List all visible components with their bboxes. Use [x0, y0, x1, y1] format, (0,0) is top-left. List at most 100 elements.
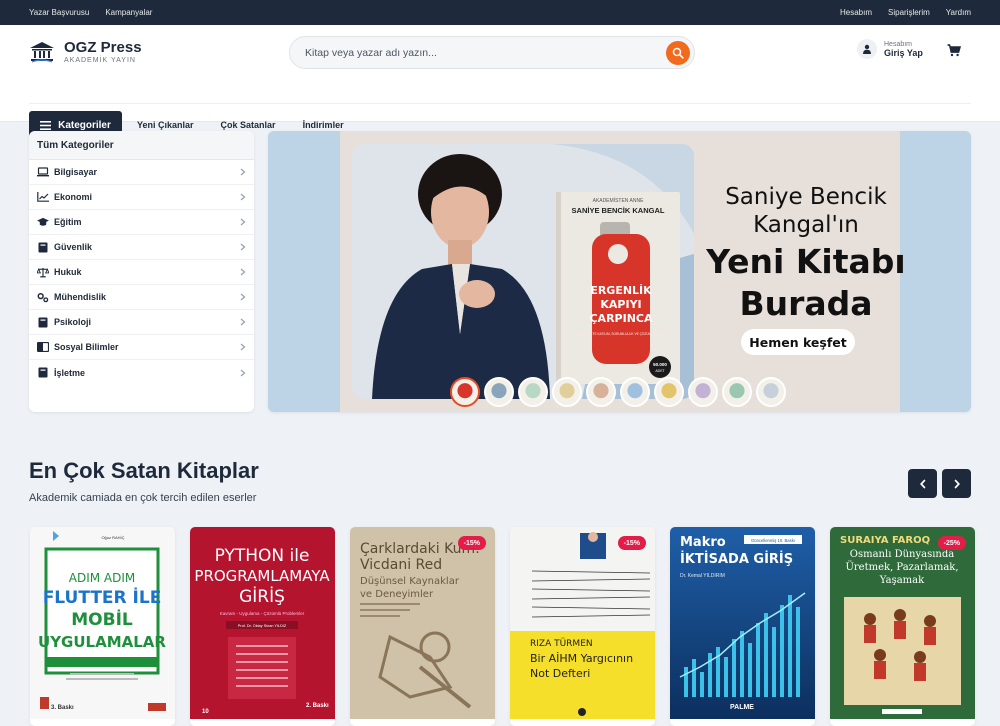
featured-book-subtitle: ERGENLİKTE KATILIM, SORUMLULUK VE ÇÖZÜM … [576, 331, 665, 336]
hero-banner[interactable]: AKADEMİSTEN ANNE SANİYE BENCİK KANGAL ER… [268, 131, 971, 412]
laptop-icon [37, 166, 49, 178]
carousel-prev-button[interactable] [908, 469, 937, 498]
sidebar-item-label: Hukuk [54, 267, 82, 277]
my-orders-link[interactable]: Siparişlerim [888, 8, 930, 17]
chevron-right-icon [240, 318, 246, 326]
banner-headline-line2: Kangal'ın [753, 212, 859, 238]
banner-thumbnail-nav [450, 377, 786, 407]
sidebar-item-label: Güvenlik [54, 242, 93, 252]
user-icon [857, 39, 877, 59]
search-input[interactable] [305, 46, 645, 59]
sidebar-item-sosyal-bilimler[interactable]: Sosyal Bilimler [29, 335, 254, 360]
banner-thumbnail[interactable] [518, 377, 548, 407]
nav-best-sellers[interactable]: Çok Satanlar [221, 120, 276, 130]
brand-logo[interactable]: OGZ Press AKADEMİK YAYIN [29, 40, 287, 64]
book-card[interactable]: Çarklardaki Kum: Vicdani Red Düşünsel Ka… [350, 527, 495, 726]
sidebar-title: Tüm Kategoriler [29, 131, 254, 160]
categories-button-label: Kategoriler [58, 119, 111, 131]
brand-name: OGZ Press [64, 38, 142, 56]
book-cover: PYTHON ile PROGRAMLAMAYA GİRİŞ Kavram - … [190, 527, 335, 719]
cart-icon[interactable] [947, 44, 962, 62]
login-link[interactable]: Giriş Yap [884, 48, 923, 58]
discount-badge: -15% [457, 536, 486, 550]
chart-line-icon [37, 191, 49, 203]
sidebar-item-label: Mühendislik [54, 292, 107, 302]
chevron-right-icon [240, 369, 246, 376]
featured-book-title-line3: ÇARPINCA [589, 312, 652, 325]
chevron-right-icon [240, 343, 246, 351]
banner-headline-large: Yeni Kitabı Burada [692, 241, 920, 325]
sidebar-item-ekonomi[interactable]: Ekonomi [29, 185, 254, 210]
banner-thumbnail[interactable] [484, 377, 514, 407]
book-card[interactable]: Güncellenmiş 10. Baskı Makro İKTİSADA Gİ… [670, 527, 815, 726]
book-title-line3: MOBİL [71, 608, 133, 630]
book-edition-tag: Güncellenmiş 10. Baskı [751, 538, 795, 543]
book-card[interactable]: PYTHON ile PROGRAMLAMAYA GİRİŞ Kavram - … [190, 527, 335, 726]
banner-thumbnail[interactable] [654, 377, 684, 407]
banner-thumbnail[interactable] [450, 377, 480, 407]
sidebar-item-isletme[interactable]: İşletme [29, 360, 254, 385]
book-author: RIZA TÜRMEN [530, 638, 593, 649]
chevron-right-icon [954, 479, 960, 488]
sidebar-item-psikoloji[interactable]: Psikoloji [29, 310, 254, 335]
sidebar-item-guvenlik[interactable]: Güvenlik [29, 235, 254, 260]
help-link[interactable]: Yardım [946, 8, 971, 17]
my-account-link[interactable]: Hesabım [840, 8, 872, 17]
book-icon [37, 241, 49, 253]
chevron-right-icon [240, 168, 246, 176]
section-subtitle: Akademik camiada en çok tercih edilen es… [29, 492, 257, 504]
featured-book-badge-unit: ADET [655, 369, 665, 373]
scale-icon [37, 266, 49, 278]
discount-badge: -15% [617, 536, 646, 550]
sidebar-item-label: Eğitim [54, 217, 82, 227]
featured-book-badge-count: 50.000 [653, 362, 667, 367]
graduation-cap-icon [37, 216, 49, 228]
top-bar-right: Hesabım Siparişlerim Yardım [840, 8, 971, 17]
gears-icon [37, 291, 49, 303]
book-icon [37, 316, 49, 328]
book-card[interactable]: RIZA TÜRMEN Bir AİHM Yargıcının Not Deft… [510, 527, 655, 726]
sidebar-item-muhendislik[interactable]: Mühendislik [29, 285, 254, 310]
discover-now-button[interactable]: Hemen keşfet [741, 329, 855, 355]
sidebar-item-egitim[interactable]: Eğitim [29, 210, 254, 235]
book-title-line2: Vicdani Red [360, 557, 442, 573]
book-title-line4: UYGULAMALAR [38, 633, 166, 651]
nav-new-releases[interactable]: Yeni Çıkanlar [137, 120, 194, 130]
book-author: Dr. Kemal YILDIRIM [680, 573, 725, 579]
chevron-right-icon [240, 193, 246, 201]
banner-thumbnail[interactable] [586, 377, 616, 407]
account-caption: Hesabım [884, 40, 913, 48]
banner-headline-large-line1: Yeni Kitabı [706, 242, 906, 281]
category-sidebar: Tüm Kategoriler Bilgisayar Ekonomi Eğiti… [29, 131, 254, 412]
account-menu[interactable]: Hesabım Giriş Yap [857, 39, 923, 59]
banner-thumbnail[interactable] [552, 377, 582, 407]
chevron-right-icon [240, 268, 246, 276]
featured-book-author: SANİYE BENCİK KANGAL [572, 206, 665, 215]
author-application-link[interactable]: Yazar Başvurusu [29, 8, 89, 17]
book-icon [37, 367, 49, 379]
book-title-line3: Yaşamak [879, 575, 925, 586]
site-header: OGZ Press AKADEMİK YAYIN Hesabım [0, 25, 1000, 139]
book-title-line2: Üretmek, Pazarlamak, [845, 561, 958, 573]
book-publisher: PALME [730, 704, 754, 711]
book-card[interactable]: Oğuz RAHİÇ ADIM ADIM FLUTTER İLE MOBİL U… [30, 527, 175, 726]
banner-headline-line1: Saniye Bencik [725, 184, 887, 210]
carousel-next-button[interactable] [942, 469, 971, 498]
search-button[interactable] [666, 41, 690, 65]
sidebar-item-label: Ekonomi [54, 192, 93, 202]
sidebar-item-bilgisayar[interactable]: Bilgisayar [29, 160, 254, 185]
carousel-controls [908, 469, 971, 498]
nav-discounts[interactable]: İndirimler [303, 120, 344, 130]
sidebar-item-hukuk[interactable]: Hukuk [29, 260, 254, 285]
campaigns-link[interactable]: Kampanyalar [105, 8, 152, 17]
banner-thumbnail[interactable] [756, 377, 786, 407]
banner-thumbnail[interactable] [688, 377, 718, 407]
banner-thumbnail[interactable] [722, 377, 752, 407]
book-edition: 2. Baskı [306, 703, 329, 709]
sidebar-item-label: Psikoloji [54, 317, 92, 327]
book-card[interactable]: SURAIYA FAROQ Osmanlı Dünyasında Üretmek… [830, 527, 975, 726]
book-title-line2: Not Defteri [530, 667, 590, 680]
banner-thumbnail[interactable] [620, 377, 650, 407]
section-title: En Çok Satan Kitaplar [29, 458, 259, 483]
featured-book-cover: AKADEMİSTEN ANNE SANİYE BENCİK KANGAL ER… [556, 192, 680, 384]
